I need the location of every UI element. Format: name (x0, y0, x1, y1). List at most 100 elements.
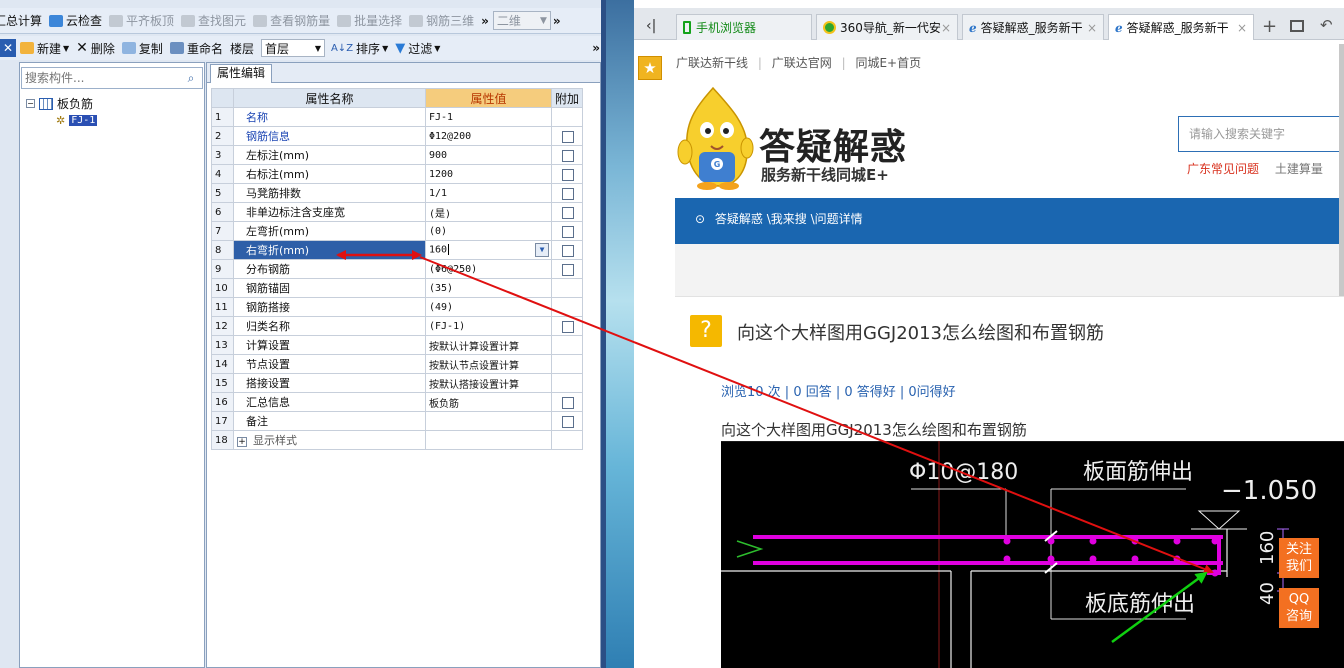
delete-button[interactable]: ✕ 删除 (76, 40, 115, 57)
property-row[interactable]: 11 钢筋搭接 (49) (211, 297, 584, 317)
tab-qa-1[interactable]: ℯ 答疑解惑_服务新干 × (962, 14, 1104, 40)
qq-consult-button[interactable]: QQ 咨询 (1279, 588, 1319, 628)
property-row[interactable]: 4 右标注(mm) 1200 (211, 164, 584, 184)
back-arrow-icon[interactable]: ‹| (646, 18, 656, 34)
checkbox[interactable] (562, 187, 574, 200)
property-row[interactable]: 18 + 显示样式 (211, 430, 584, 450)
property-row[interactable]: 1 名称 FJ-1 (211, 107, 584, 127)
checkbox[interactable] (562, 225, 574, 238)
property-value[interactable]: 160 ▼ (425, 240, 552, 260)
sort-az-icon: A↓Z (330, 42, 354, 54)
tab-property-edit[interactable]: 属性编辑 (210, 64, 273, 83)
property-row[interactable]: 2 钢筋信息 Φ12@200 (211, 126, 584, 146)
property-row[interactable]: 5 马凳筋排数 1/1 (211, 183, 584, 203)
property-value[interactable]: (0) (425, 221, 552, 241)
toolbar2-overflow-chevron-icon[interactable]: » (592, 41, 600, 55)
toolbar-cloud-check[interactable]: 云检查 (49, 12, 102, 29)
property-value[interactable]: (35) (425, 278, 552, 298)
sort-button[interactable]: A↓Z 排序 ▼ (331, 40, 388, 57)
rename-button[interactable]: 重命名 (169, 40, 223, 57)
property-value[interactable]: 按默认节点设置计算 (425, 354, 552, 374)
property-value[interactable]: Φ12@200 (425, 126, 552, 146)
hot-link-2[interactable]: 土建算量 (1275, 162, 1323, 176)
checkbox[interactable] (562, 149, 574, 162)
chevron-down-icon[interactable]: ▼ (535, 243, 549, 257)
property-value[interactable] (425, 411, 552, 431)
property-row[interactable]: 3 左标注(mm) 900 (211, 145, 584, 165)
checkbox[interactable] (562, 130, 574, 143)
close-icon[interactable]: × (1237, 21, 1247, 35)
property-value[interactable]: FJ-1 (425, 107, 552, 127)
toolbar-overflow-chevron-icon-2[interactable]: » (553, 14, 561, 28)
tree-node-child[interactable]: ✲ FJ-1 (26, 112, 98, 129)
new-button[interactable]: 新建 ▼ (20, 40, 69, 57)
bookmark-link-1[interactable]: 广联达新干线 (676, 56, 748, 70)
property-value[interactable]: 1/1 (425, 183, 552, 203)
floor-select[interactable]: 首层 ▼ (260, 39, 325, 57)
property-value[interactable] (425, 430, 552, 450)
property-value[interactable]: (49) (425, 297, 552, 317)
view-mode-select[interactable]: 二维 ▼ (492, 11, 551, 30)
tab-mobile-browser[interactable]: 手机浏览器 (676, 14, 812, 40)
checkbox[interactable] (562, 244, 574, 257)
property-value[interactable]: (FJ-1) (425, 316, 552, 336)
new-tab-button[interactable]: + (1262, 16, 1277, 37)
filter-button[interactable]: ▼ 过滤 ▼ (395, 40, 440, 57)
close-icon[interactable]: ✕ (0, 39, 16, 57)
property-value[interactable]: 按默认搭接设置计算 (425, 373, 552, 393)
checkbox[interactable] (562, 168, 574, 181)
property-row[interactable]: 9 分布钢筋 (Φ6@250) (211, 259, 584, 279)
page-scrollbar[interactable] (1339, 44, 1344, 296)
property-value[interactable]: 900 (425, 145, 552, 165)
close-icon[interactable]: × (1087, 21, 1097, 35)
property-value[interactable]: 1200 (425, 164, 552, 184)
property-row[interactable]: 15 搭接设置 按默认搭接设置计算 (211, 373, 584, 393)
property-row[interactable]: 8 右弯折(mm) 160 ▼ (211, 240, 584, 260)
property-row[interactable]: 10 钢筋锚固 (35) (211, 278, 584, 298)
restore-tab-icon[interactable] (1290, 20, 1304, 32)
site-search-input[interactable]: 请输入搜索关键字 (1178, 116, 1344, 152)
checkbox[interactable] (562, 263, 574, 276)
property-value[interactable]: 按默认计算设置计算 (425, 335, 552, 355)
toolbar-find-element-label: 查找图元 (198, 14, 247, 28)
search-icon[interactable]: ⌕ (181, 69, 201, 87)
property-row[interactable]: 14 节点设置 按默认节点设置计算 (211, 354, 584, 374)
tab-360-nav[interactable]: 360导航_新一代安 × (816, 14, 958, 40)
bookmark-link-3[interactable]: 同城E+首页 (855, 56, 921, 70)
checkbox[interactable] (562, 396, 574, 409)
toolbar-view-rebar[interactable]: 查看钢筋量 (253, 12, 330, 29)
toolbar-find-element[interactable]: 查找图元 (181, 12, 246, 29)
property-row[interactable]: 13 计算设置 按默认计算设置计算 (211, 335, 584, 355)
toolbar-overflow-chevron-icon[interactable]: » (481, 14, 489, 28)
property-value[interactable]: (是) (425, 202, 552, 222)
tab-qa-2[interactable]: ℯ 答疑解惑_服务新干 × (1108, 14, 1254, 40)
toolbar-summary-calc[interactable]: 汇总计算 (0, 12, 42, 29)
property-row[interactable]: 16 汇总信息 板负筋 (211, 392, 584, 412)
copy-button[interactable]: 复制 (121, 40, 163, 57)
follow-us-button[interactable]: 关注 我们 (1279, 538, 1319, 578)
copy-label: 复制 (138, 41, 163, 56)
bookmark-link-2[interactable]: 广联达官网 (772, 56, 832, 70)
hot-link-1[interactable]: 广东常见问题 (1187, 162, 1259, 176)
breadcrumb[interactable]: 答疑解惑 \我来搜 \问题详情 (715, 212, 863, 226)
property-row[interactable]: 6 非单边标注含支座宽 (是) (211, 202, 584, 222)
toolbar-batch-select[interactable]: 批量选择 (337, 12, 402, 29)
star-icon[interactable]: ★ (638, 56, 662, 80)
component-search-input[interactable] (22, 68, 180, 88)
property-value[interactable]: 板负筋 (425, 392, 552, 412)
expand-icon[interactable]: + (237, 437, 247, 447)
checkbox[interactable] (562, 320, 574, 333)
tree-node-root[interactable]: − 板负筋 (26, 95, 97, 112)
collapse-icon[interactable]: − (26, 99, 35, 108)
toolbar-rebar-3d[interactable]: 钢筋三维 (409, 12, 474, 29)
undo-icon[interactable]: ↶ (1320, 16, 1333, 34)
checkbox[interactable] (562, 206, 574, 219)
property-value-editor[interactable]: 160 (429, 245, 447, 256)
property-row[interactable]: 12 归类名称 (FJ-1) (211, 316, 584, 336)
toolbar-align-top[interactable]: 平齐板顶 (109, 12, 174, 29)
close-icon[interactable]: × (941, 21, 951, 35)
checkbox[interactable] (562, 415, 574, 428)
property-value[interactable]: (Φ6@250) (425, 259, 552, 279)
property-row[interactable]: 17 备注 (211, 411, 584, 431)
property-row[interactable]: 7 左弯折(mm) (0) (211, 221, 584, 241)
